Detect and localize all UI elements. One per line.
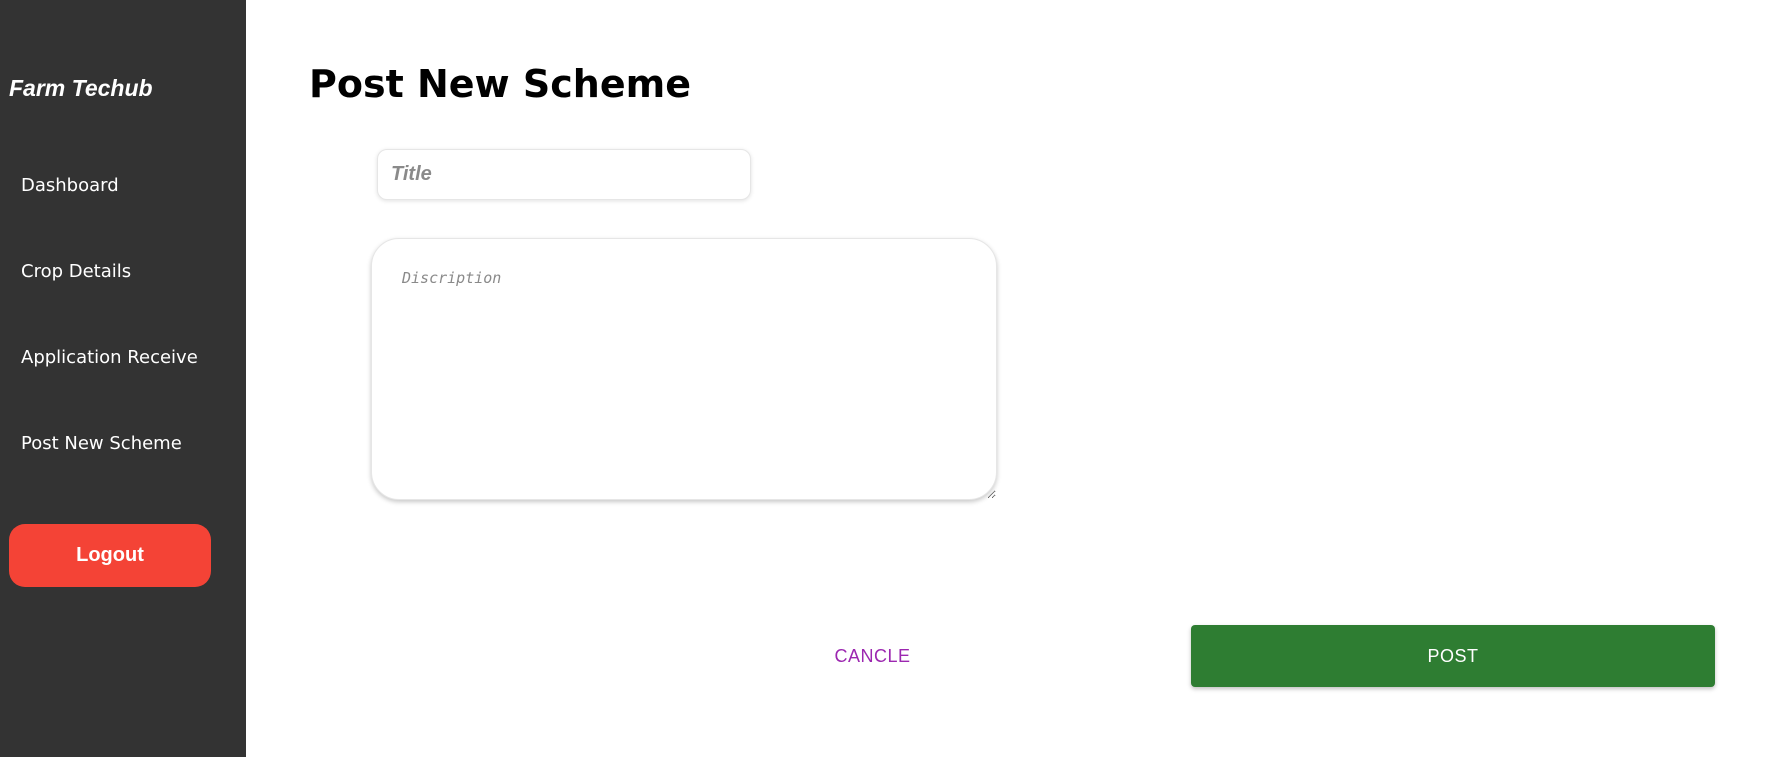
app-root: Farm Techub Dashboard Crop Details Appli… (0, 0, 1772, 757)
sidebar: Farm Techub Dashboard Crop Details Appli… (0, 0, 246, 757)
page-title: Post New Scheme (309, 62, 691, 106)
sidebar-item-post-new-scheme[interactable]: Post New Scheme (21, 433, 182, 454)
cancel-button[interactable]: CANCLE (800, 636, 945, 676)
brand-logo: Farm Techub (9, 75, 153, 101)
sidebar-item-application-receive[interactable]: Application Receive (21, 347, 198, 368)
title-input[interactable] (377, 149, 751, 200)
sidebar-item-dashboard[interactable]: Dashboard (21, 175, 119, 196)
sidebar-item-crop-details[interactable]: Crop Details (21, 261, 131, 282)
description-textarea[interactable] (371, 238, 997, 500)
post-button[interactable]: POST (1191, 625, 1715, 687)
logout-button[interactable]: Logout (9, 524, 211, 587)
